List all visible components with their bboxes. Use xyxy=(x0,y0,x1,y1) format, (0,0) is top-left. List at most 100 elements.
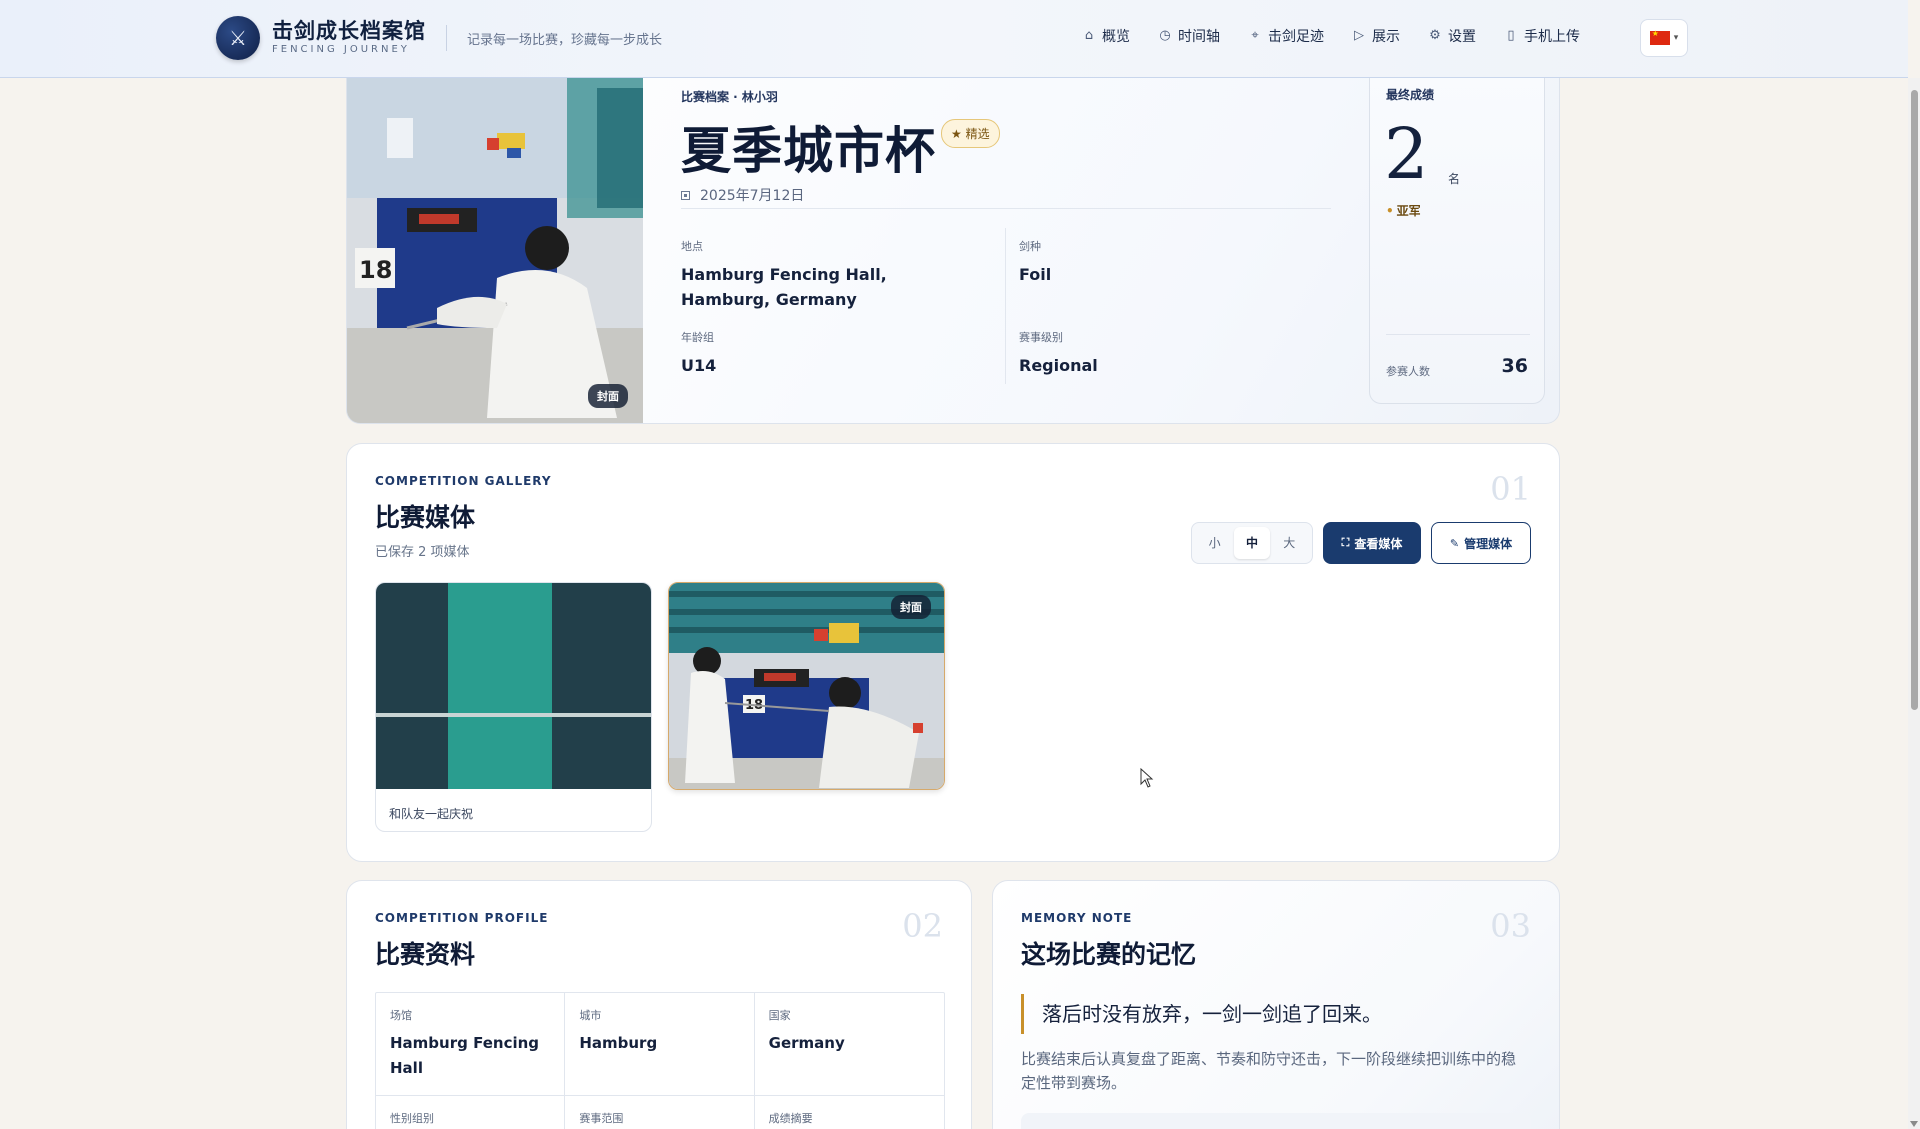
divider xyxy=(1005,228,1006,384)
final-result-card: 最终成绩 2 名 亚军 参赛人数 36 xyxy=(1369,78,1545,404)
profile-row: 场馆 Hamburg Fencing Hall 城市 Hamburg 国家 Ge… xyxy=(376,993,944,1096)
rank-unit: 名 xyxy=(1448,172,1461,186)
nav-label: 手机上传 xyxy=(1524,29,1580,45)
fact-value: Hamburg Fencing Hall, Hamburg, Germany xyxy=(681,265,887,309)
profile-row: 性别组别 赛事范围 成绩摘要 xyxy=(376,1096,944,1129)
edit-icon: ✎ xyxy=(1449,536,1460,550)
competition-date: 2025年7月12日 xyxy=(681,185,804,205)
cell-value: Hamburg xyxy=(579,1034,658,1052)
fact-weapon: 剑种 Foil xyxy=(1019,238,1319,287)
fact-location: 地点 Hamburg Fencing Hall, Hamburg, German… xyxy=(681,238,981,312)
fencing-photo: 18 xyxy=(347,78,643,423)
map-pin-icon: ⌖ xyxy=(1251,28,1259,43)
media-item[interactable]: 和队友一起庆祝 xyxy=(375,582,652,832)
fact-level: 赛事级别 Regional xyxy=(1019,329,1319,378)
nav-item-timeline[interactable]: ◷ 时间轴 xyxy=(1158,26,1220,46)
china-flag-icon xyxy=(1649,29,1670,45)
brand[interactable]: ⚔ 击剑成长档案馆 FENCING JOURNEY 记录每一场比赛，珍藏每一步成… xyxy=(216,16,662,60)
competition-profile-section: COMPETITION PROFILE 比赛资料 02 场馆 Hamburg F… xyxy=(346,880,972,1129)
fact-age-group: 年龄组 U14 xyxy=(681,329,981,378)
cover-badge: 封面 xyxy=(891,595,931,619)
page-scrollbar[interactable] xyxy=(1908,78,1920,1129)
medal-label: 亚军 xyxy=(1386,202,1421,219)
mouse-cursor-icon xyxy=(1140,768,1154,788)
calendar-icon xyxy=(681,190,690,200)
manage-media-button[interactable]: ✎ 管理媒体 xyxy=(1431,522,1531,564)
profile-cell-result-summary: 成绩摘要 xyxy=(755,1096,944,1129)
result-label: 最终成绩 xyxy=(1386,88,1435,102)
cell-value: Germany xyxy=(768,1034,845,1052)
profile-cell-gender-group: 性别组别 xyxy=(376,1096,566,1129)
date-text: 2025年7月12日 xyxy=(700,188,805,204)
chevron-down-icon: ▾ xyxy=(1673,33,1679,43)
fact-value: Foil xyxy=(1019,265,1052,284)
cover-photo[interactable]: 18 封面 xyxy=(347,78,643,423)
section-eyebrow: COMPETITION PROFILE xyxy=(375,911,549,925)
view-media-button[interactable]: ⛶ 查看媒体 xyxy=(1323,522,1421,564)
fact-label: 年龄组 xyxy=(681,331,714,344)
section-title: 这场比赛的记忆 xyxy=(1021,940,1197,969)
nav-item-footprints[interactable]: ⌖ 击剑足迹 xyxy=(1248,26,1324,46)
section-number: 03 xyxy=(1490,907,1531,945)
button-label: 管理媒体 xyxy=(1464,536,1513,551)
competition-gallery-section: COMPETITION GALLERY 比赛媒体 01 已保存 2 项媒体 小 … xyxy=(346,443,1560,862)
svg-text:18: 18 xyxy=(359,256,392,284)
brand-divider xyxy=(446,25,447,51)
fact-value: U14 xyxy=(681,356,717,375)
thumbnail-size-toggle: 小 中 大 xyxy=(1191,522,1313,564)
cell-label: 国家 xyxy=(768,1009,791,1022)
fact-value: Regional xyxy=(1019,356,1098,375)
size-large-button[interactable]: 大 xyxy=(1271,527,1307,559)
brand-slogan: 记录每一场比赛，珍藏每一步成长 xyxy=(467,32,663,48)
brand-title: 击剑成长档案馆 xyxy=(272,19,426,43)
memory-quote: 落后时没有放弃，一剑一剑追了回来。 xyxy=(1021,994,1382,1034)
media-count: 已保存 2 项媒体 xyxy=(375,545,470,560)
nav-label: 设置 xyxy=(1448,29,1476,45)
fencer-logo-icon: ⚔ xyxy=(216,16,260,60)
profile-cell-country: 国家 Germany xyxy=(755,993,944,1095)
memory-detail-box xyxy=(1021,1113,1531,1129)
size-medium-button[interactable]: 中 xyxy=(1233,527,1270,559)
cell-label: 赛事范围 xyxy=(579,1112,624,1125)
nav-item-overview[interactable]: ⌂ 概览 xyxy=(1082,26,1130,46)
brand-subtitle: FENCING JOURNEY xyxy=(272,44,410,55)
section-number: 02 xyxy=(902,907,943,945)
cell-label: 场馆 xyxy=(390,1009,412,1022)
nav-item-settings[interactable]: ⚙ 设置 xyxy=(1428,26,1476,46)
home-icon: ⌂ xyxy=(1084,28,1094,43)
nav-label: 展示 xyxy=(1372,29,1400,45)
section-eyebrow: COMPETITION GALLERY xyxy=(375,474,552,488)
competition-hero-card: 18 封面 比赛档案 · 林小羽 夏季城市杯 ★ 精选 2025年7月12日 地… xyxy=(346,78,1560,424)
breadcrumb[interactable]: 比赛档案 · 林小羽 xyxy=(681,88,778,105)
participants-count: 36 xyxy=(1501,355,1528,377)
language-selector[interactable]: ▾ xyxy=(1640,19,1688,57)
page-title: 夏季城市杯 xyxy=(681,122,936,180)
nav-item-mobile-upload[interactable]: ▯ 手机上传 xyxy=(1504,26,1580,46)
cell-value: Hamburg Fencing Hall xyxy=(390,1034,540,1077)
size-small-button[interactable]: 小 xyxy=(1197,527,1233,559)
nav-label: 击剑足迹 xyxy=(1268,29,1324,45)
media-thumbnail-band xyxy=(448,583,552,789)
nav-label: 概览 xyxy=(1102,29,1130,45)
nav-item-showcase[interactable]: ▷ 展示 xyxy=(1352,26,1400,46)
section-number: 01 xyxy=(1490,470,1531,508)
cell-label: 城市 xyxy=(579,1009,602,1022)
media-item-cover[interactable]: 18 封面 xyxy=(668,582,945,790)
top-navigation-bar: ⚔ 击剑成长档案馆 FENCING JOURNEY 记录每一场比赛，珍藏每一步成… xyxy=(0,0,1908,78)
fact-label: 赛事级别 xyxy=(1019,331,1063,344)
scrollbar-thumb[interactable] xyxy=(1911,90,1918,710)
cell-label: 成绩摘要 xyxy=(768,1112,813,1125)
phone-icon: ▯ xyxy=(1507,28,1515,43)
button-label: 查看媒体 xyxy=(1354,536,1403,551)
profile-cell-scope: 赛事范围 xyxy=(565,1096,755,1129)
media-caption: 和队友一起庆祝 xyxy=(389,807,474,821)
scroll-down-arrow-icon[interactable] xyxy=(1910,1121,1918,1127)
nav-label: 时间轴 xyxy=(1178,29,1220,45)
expand-icon: ⛶ xyxy=(1341,536,1350,549)
main-nav: ⌂ 概览 ◷ 时间轴 ⌖ 击剑足迹 ▷ 展示 ⚙ 设置 ▯ 手机上传 xyxy=(1082,26,1608,46)
profile-cell-venue: 场馆 Hamburg Fencing Hall xyxy=(376,993,566,1095)
participants-label: 参赛人数 xyxy=(1386,365,1430,378)
divider xyxy=(681,208,1331,209)
play-icon: ▷ xyxy=(1354,28,1364,43)
section-title: 比赛媒体 xyxy=(375,503,476,532)
